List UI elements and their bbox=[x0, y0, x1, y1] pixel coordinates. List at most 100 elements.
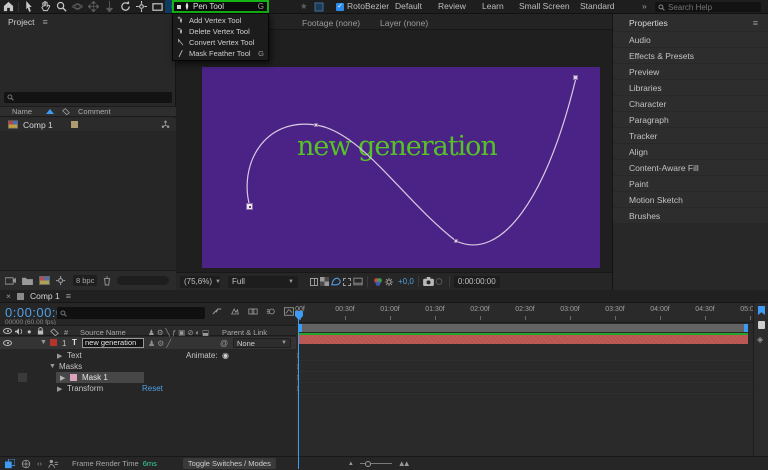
interpret-footage-icon[interactable] bbox=[5, 276, 16, 285]
panel-menu-icon[interactable]: ≡ bbox=[42, 17, 47, 27]
workspace-tab-review[interactable]: Review bbox=[438, 0, 466, 13]
star-icon[interactable]: ★ bbox=[300, 0, 308, 13]
label-color-icon[interactable] bbox=[62, 108, 70, 116]
close-icon[interactable]: × bbox=[6, 291, 11, 301]
number-column[interactable]: # bbox=[64, 328, 68, 337]
home-icon[interactable] bbox=[0, 0, 16, 13]
layer-row-1[interactable]: ▼ 1 T new generation ♟⚙╱ @ None ▼ bbox=[0, 337, 296, 349]
parent-link-column[interactable]: Parent & Link bbox=[222, 328, 267, 337]
workspace-tab-standard[interactable]: Standard bbox=[580, 0, 615, 13]
show-snapshot-icon[interactable] bbox=[434, 276, 445, 287]
lock-column-icon[interactable] bbox=[37, 327, 44, 335]
column-name[interactable]: Name bbox=[12, 107, 32, 116]
new-composition-icon[interactable] bbox=[39, 276, 50, 285]
composition-mini-flowchart-icon[interactable] bbox=[212, 307, 222, 316]
draft-3d-icon[interactable] bbox=[230, 307, 240, 316]
panel-tab-character[interactable]: Character bbox=[613, 96, 768, 111]
layer-color-swatch[interactable] bbox=[50, 339, 57, 346]
render-queue-icon[interactable] bbox=[5, 459, 15, 469]
help-search-box[interactable] bbox=[655, 2, 761, 12]
parent-pickwhip-icon[interactable]: @ bbox=[220, 339, 228, 348]
project-settings-icon[interactable] bbox=[56, 276, 67, 286]
work-area-end-handle[interactable] bbox=[744, 324, 748, 332]
group-row-transform[interactable]: ▶ Transform Reset bbox=[0, 383, 296, 394]
frame-blending-icon[interactable] bbox=[248, 307, 258, 316]
pen-menu-item-delete-vertex[interactable]: Delete Vertex Tool bbox=[173, 26, 268, 37]
mask-vertex-2[interactable] bbox=[314, 123, 318, 127]
transform-reset-link[interactable]: Reset bbox=[142, 384, 163, 393]
zoom-in-mountains-icon[interactable]: ▲▲ bbox=[398, 459, 408, 468]
pan-camera-tool-icon[interactable] bbox=[85, 0, 101, 13]
panel-tab-paint[interactable]: Paint bbox=[613, 176, 768, 191]
video-column-icon[interactable] bbox=[3, 328, 12, 334]
panel-menu-icon[interactable]: ≡ bbox=[66, 291, 71, 301]
panel-tab-paragraph[interactable]: Paragraph bbox=[613, 112, 768, 127]
solo-column-icon[interactable]: ● bbox=[27, 327, 32, 336]
panel-tab-preview[interactable]: Preview bbox=[613, 64, 768, 79]
pen-menu-item-pen-tool[interactable]: Pen Tool G bbox=[172, 0, 269, 13]
selection-tool-icon[interactable] bbox=[21, 0, 37, 13]
project-search-box[interactable] bbox=[4, 92, 172, 103]
pen-menu-item-mask-feather[interactable]: Mask Feather Tool G bbox=[173, 48, 268, 59]
pen-menu-item-convert-vertex[interactable]: Convert Vertex Tool bbox=[173, 37, 268, 48]
new-folder-icon[interactable] bbox=[22, 276, 33, 285]
zoom-out-mountain-icon[interactable]: ▲ bbox=[348, 461, 354, 467]
parent-link-dropdown[interactable]: None ▼ bbox=[233, 338, 291, 348]
exposure-gear-icon[interactable] bbox=[383, 276, 394, 287]
mask-path[interactable] bbox=[202, 67, 600, 268]
zoom-tool-icon[interactable] bbox=[53, 0, 69, 13]
work-area-bar[interactable] bbox=[298, 324, 748, 332]
mask-vertex-3[interactable] bbox=[454, 239, 458, 243]
panel-tab-align[interactable]: Align bbox=[613, 144, 768, 159]
panel-tab-audio[interactable]: Audio bbox=[613, 32, 768, 47]
help-search-input[interactable] bbox=[668, 3, 754, 12]
bit-depth-button[interactable]: 8 bpc bbox=[73, 275, 97, 286]
pan-behind-tool-icon[interactable] bbox=[133, 0, 149, 13]
grid-guides-icon[interactable] bbox=[308, 276, 319, 287]
timeline-tab-label[interactable]: Comp 1 bbox=[30, 291, 60, 301]
label-swatch[interactable] bbox=[71, 121, 78, 128]
region-of-interest-icon[interactable] bbox=[341, 276, 352, 287]
rotation-tool-icon[interactable] bbox=[117, 0, 133, 13]
label-column-icon[interactable] bbox=[50, 328, 59, 336]
mask-visibility-toggle-icon[interactable] bbox=[330, 276, 341, 287]
layer-name-field[interactable]: new generation bbox=[82, 338, 144, 348]
project-footer-field[interactable] bbox=[117, 276, 169, 285]
rectangle-tool-icon[interactable] bbox=[149, 0, 165, 13]
mask-vertex-start[interactable] bbox=[246, 203, 253, 210]
collapsed-chevron-icon[interactable]: ▶ bbox=[57, 385, 62, 393]
group-row-mask1[interactable]: ▶ Mask 1 bbox=[0, 372, 296, 383]
panel-tab-motion-sketch[interactable]: Motion Sketch bbox=[613, 192, 768, 207]
mask-color-swatch[interactable] bbox=[70, 374, 77, 381]
panel-tab-effects-presets[interactable]: Effects & Presets bbox=[613, 48, 768, 63]
group-row-masks[interactable]: ▼ Masks bbox=[0, 361, 296, 372]
time-ruler[interactable]: 00f 00:30f 01:00f 01:30f 02:00f 02:30f 0… bbox=[296, 303, 753, 323]
trash-icon[interactable] bbox=[103, 276, 111, 286]
expanded-chevron-icon[interactable]: ▼ bbox=[49, 363, 56, 370]
toggle-switches-modes-button[interactable]: Toggle Switches / Modes bbox=[183, 458, 276, 469]
mask-visibility-icon[interactable] bbox=[314, 0, 324, 13]
tab-footage[interactable]: Footage (none) bbox=[302, 18, 360, 28]
motion-blur-icon[interactable] bbox=[266, 307, 276, 316]
panel-properties-header[interactable]: Properties ≡ bbox=[613, 14, 768, 31]
hand-tool-icon[interactable] bbox=[37, 0, 53, 13]
project-item-comp1[interactable]: Comp 1 bbox=[0, 118, 176, 131]
group-row-text[interactable]: ▶ Text Animate: ◉ bbox=[0, 350, 296, 361]
resolution-dropdown[interactable]: Full ▼ bbox=[228, 276, 298, 288]
panel-tab-tracker[interactable]: Tracker bbox=[613, 128, 768, 143]
zoom-slider-knob[interactable] bbox=[365, 461, 371, 467]
timeline-search-box[interactable] bbox=[57, 307, 205, 319]
orbit-camera-tool-icon[interactable] bbox=[69, 0, 85, 13]
panel-tab-libraries[interactable]: Libraries bbox=[613, 80, 768, 95]
workspace-tab-default[interactable]: Default bbox=[395, 0, 422, 13]
composition-canvas[interactable]: new generation bbox=[202, 67, 600, 268]
animate-add-icon[interactable]: ◉ bbox=[222, 351, 229, 360]
playhead[interactable] bbox=[298, 311, 299, 469]
panel-tab-brushes[interactable]: Brushes bbox=[613, 208, 768, 223]
sort-ascending-icon[interactable] bbox=[46, 109, 54, 114]
channel-rgb-icon[interactable] bbox=[372, 276, 383, 287]
mask-vertex-end[interactable] bbox=[573, 75, 578, 80]
transparency-grid-icon[interactable] bbox=[319, 276, 330, 287]
collapsed-chevron-icon[interactable]: ▶ bbox=[60, 374, 65, 382]
audio-column-icon[interactable] bbox=[15, 328, 23, 335]
